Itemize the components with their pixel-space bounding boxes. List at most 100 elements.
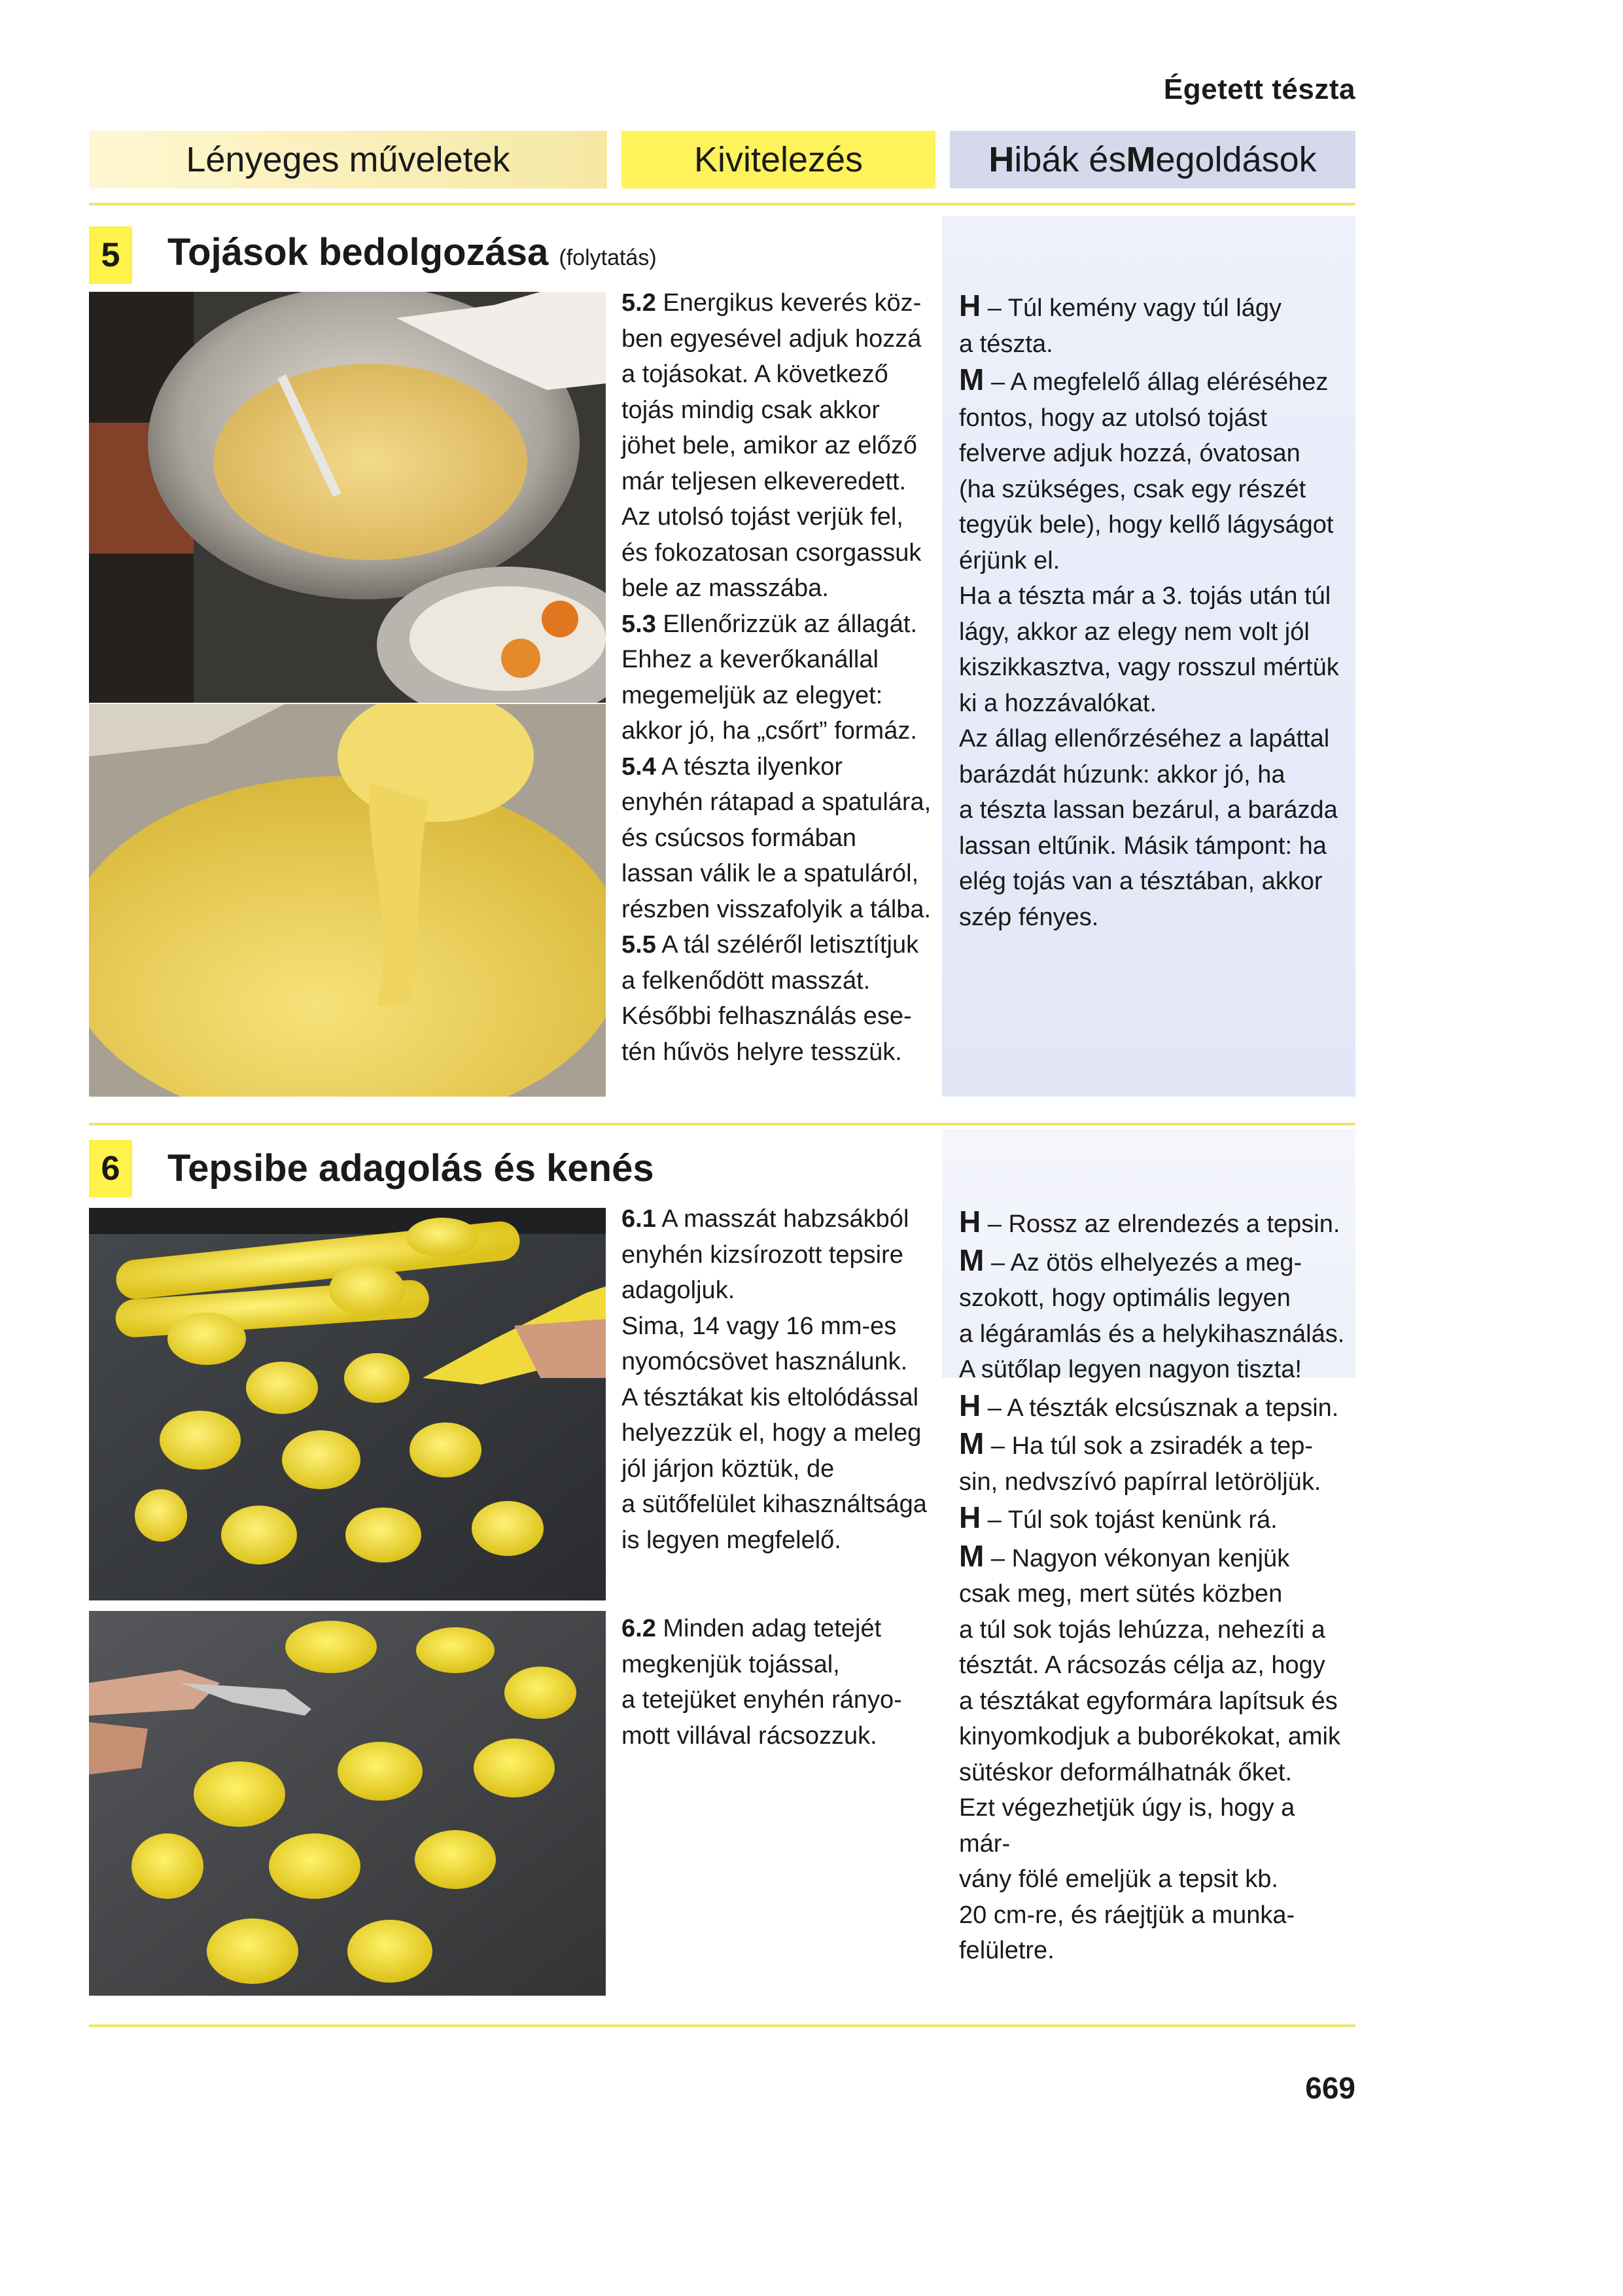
section-5-steps: 5.2 Energikus keverés köz- ben egyesével… <box>621 285 935 1070</box>
step-line: a felkenődött masszát. <box>621 966 871 995</box>
hm-line: tegyük bele), hogy kellő lágyságot <box>959 511 1334 539</box>
section-6-title: Tepsibe adagolás és kenés <box>167 1147 654 1190</box>
hm-line: szép fényes. <box>959 903 1099 931</box>
photo-consistency-test <box>89 704 606 1097</box>
header-errors-solutions: Hibák és Megoldások <box>950 131 1355 188</box>
hm-line: – A megfelelő állag eléréséhez <box>990 368 1329 396</box>
step-line: megemeljük az elegyet: <box>621 681 883 709</box>
photo-brushing-fork <box>89 1611 606 1996</box>
header-m-letter: M <box>1126 140 1156 179</box>
step-line: Későbbi felhasználás ese- <box>621 1002 912 1030</box>
step-line: adagoljuk. <box>621 1277 735 1304</box>
hm-line: – Túl sok tojást kenünk rá. <box>987 1506 1278 1534</box>
step-line: enyhén rátapad a spatulára, <box>621 788 932 816</box>
step-line: Az utolsó tojást verjük fel, <box>621 503 903 531</box>
step-line: Ellenőrizzük az állagát. <box>663 610 918 638</box>
solution-label: M <box>959 362 985 397</box>
hm-line: vány fölé emeljük a tepsit kb. <box>959 1865 1278 1893</box>
step-5-4-id: 5.4 <box>621 752 656 781</box>
chapter-title: Égetett tészta <box>1163 73 1355 105</box>
hm-6-h2: H – A tészták elcsúsznak a tepsin. <box>959 1388 1352 1426</box>
hm-line: a tészta lassan bezárul, a barázda <box>959 796 1338 824</box>
hm-line: Ha a tészta már a 3. tojás után túl <box>959 582 1331 610</box>
hm-line: sin, nedvszívó papírral letöröljük. <box>959 1468 1321 1496</box>
step-line: tojás mindig csak akkor <box>621 396 880 424</box>
error-label: H <box>959 289 981 323</box>
step-line: jól járjon köztük, de <box>621 1455 835 1483</box>
hm-line: felületre. <box>959 1937 1055 1964</box>
section-5-errors: H – Túl kemény vagy túl lágy a tészta. M… <box>959 288 1352 935</box>
hm-line: Az állag ellenőrzéséhez a lapáttal <box>959 725 1330 752</box>
hm-line: fontos, hogy az utolsó tojást <box>959 404 1268 432</box>
hm-line: – Túl kemény vagy túl lágy <box>987 294 1282 322</box>
header-h-rest: ibák és <box>1014 140 1126 179</box>
section-6-steps-2: 6.2 Minden adag tetejét megkenjük tojáss… <box>621 1611 935 1754</box>
error-label: H <box>959 1205 981 1239</box>
step-6-2: 6.2 Minden adag tetejét <box>621 1611 935 1647</box>
footer-divider <box>89 2024 1355 2027</box>
header-execution: Kivitelezés <box>621 131 935 188</box>
hm-6-m1: M – Az ötös elhelyezés a meg- <box>959 1243 1352 1281</box>
hm-line: kinyomkodjuk a buborékokat, amik <box>959 1723 1340 1750</box>
solution-label: M <box>959 1426 985 1460</box>
step-line: A tészta ilyenkor <box>661 752 843 781</box>
hm-line: tésztát. A rácsozás célja az, hogy <box>959 1651 1325 1679</box>
hm-line: – Az ötös elhelyezés a meg- <box>990 1248 1302 1277</box>
step-5-3: 5.3 Ellenőrizzük az állagát. <box>621 607 935 643</box>
step-line: megkenjük tojással, <box>621 1650 840 1678</box>
solution-label: M <box>959 1538 985 1573</box>
step-line: tén hűvös helyre tesszük. <box>621 1038 902 1066</box>
step-line: Sima, 14 vagy 16 mm-es <box>621 1312 897 1340</box>
hm-line: ki a hozzávalókat. <box>959 689 1157 717</box>
step-6-2-id: 6.2 <box>621 1615 656 1642</box>
step-5-4: 5.4 A tészta ilyenkor <box>621 749 935 785</box>
error-label: H <box>959 1388 981 1422</box>
hm-line: (ha szükséges, csak egy részét <box>959 475 1306 503</box>
error-label: H <box>959 1500 981 1534</box>
page-number: 669 <box>1305 2071 1355 2105</box>
step-line: nyomócsövet használunk. <box>621 1348 908 1375</box>
hm-line: a tészta. <box>959 330 1053 358</box>
step-line: a sütőfelület kihasználtsága <box>621 1491 927 1518</box>
hm-line: – Ha túl sok a zsiradék a tep- <box>990 1432 1314 1460</box>
hm-6-m3: M – Nagyon vékonyan kenjük <box>959 1538 1352 1577</box>
hm-5-h: H – Túl kemény vagy túl lágy <box>959 288 1352 327</box>
hm-line: sütéskor deformálhatnák őket. <box>959 1758 1293 1786</box>
section-6-steps: 6.1 A masszát habzsákból enyhén kizsíroz… <box>621 1201 935 1558</box>
step-line: Energikus keverés köz- <box>663 289 922 317</box>
step-5-5: 5.5 A tál széléről letisztítjuk <box>621 927 935 963</box>
hm-line: elég tojás van a tésztában, akkor <box>959 868 1323 895</box>
header-divider <box>89 203 1355 205</box>
section-5-title-text: Tojások bedolgozása <box>167 231 549 274</box>
hm-line: a tésztákat egyformára lapítsuk és <box>959 1687 1338 1715</box>
step-line: bele az masszába. <box>621 574 829 602</box>
step-5-3-id: 5.3 <box>621 610 656 638</box>
hm-line: kiszikkasztva, vagy rosszul mértük <box>959 654 1339 681</box>
hm-line: a légáramlás és a helykihasználás. <box>959 1320 1345 1348</box>
step-line: A tésztákat kis eltolódással <box>621 1383 919 1411</box>
step-line: ben egyesével adjuk hozzá <box>621 325 922 353</box>
photo-piping-dough <box>89 1208 606 1600</box>
hm-line: érjünk el. <box>959 546 1060 574</box>
step-line: A masszát habzsákból <box>661 1205 909 1233</box>
header-h-letter: H <box>988 140 1015 179</box>
section-5-title: Tojások bedolgozása (folytatás) <box>167 230 657 274</box>
hm-line: szokott, hogy optimális legyen <box>959 1284 1291 1312</box>
step-line: és fokozatosan csorgassuk <box>621 539 922 567</box>
step-line: lassan válik le a spatuláról, <box>621 860 919 887</box>
hm-line: – A tészták elcsúsznak a tepsin. <box>987 1394 1339 1422</box>
step-5-2: 5.2 Energikus keverés köz- <box>621 285 935 321</box>
step-line: már teljesen elkeveredett. <box>621 467 907 495</box>
step-line: jöhet bele, amikor az előző <box>621 432 918 459</box>
step-line: a tojásokat. A következő <box>621 361 888 388</box>
hm-6-h1: H – Rossz az elrendezés a tepsin. <box>959 1204 1352 1243</box>
section-5-number: 5 <box>89 226 132 284</box>
hm-line: A sütőlap legyen nagyon tiszta! <box>959 1356 1302 1383</box>
step-line: helyezzük el, hogy a meleg <box>621 1419 922 1447</box>
solution-label: M <box>959 1243 985 1277</box>
step-6-1: 6.1 A masszát habzsákból <box>621 1201 935 1237</box>
step-line: részben visszafolyik a tálba. <box>621 895 932 923</box>
hm-line: csak meg, mert sütés közben <box>959 1580 1283 1608</box>
step-5-5-id: 5.5 <box>621 931 656 959</box>
step-line: Ehhez a keverőkanállal <box>621 646 879 673</box>
